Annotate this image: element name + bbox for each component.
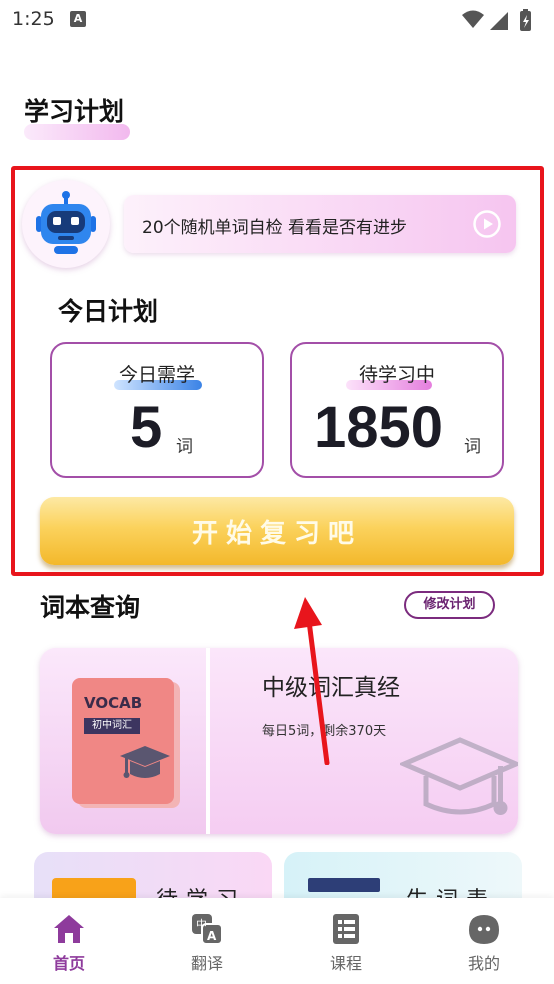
self-test-banner[interactable]: 20个随机单词自检 看看是否有进步 bbox=[124, 195, 516, 253]
pending-card[interactable]: 待学习中 1850 词 bbox=[290, 342, 504, 478]
vocab-book-card[interactable]: VOCAB 初中词汇 中级词汇真经 每日5词，剩余370天 bbox=[40, 648, 518, 834]
robot-icon bbox=[36, 191, 96, 254]
nav-course[interactable]: 课程 bbox=[306, 912, 386, 976]
wifi-icon bbox=[462, 10, 484, 28]
vocab-query-title: 词本查询 bbox=[40, 593, 141, 622]
start-review-button[interactable]: 开始复习吧 bbox=[40, 497, 514, 565]
edit-plan-button[interactable]: 修改计划 bbox=[404, 591, 495, 619]
graduation-cap-icon bbox=[120, 746, 170, 778]
translate-icon: 中 A bbox=[192, 914, 223, 945]
home-icon bbox=[54, 915, 84, 943]
today-plan-title: 今日计划 bbox=[58, 297, 159, 326]
play-icon[interactable] bbox=[472, 209, 502, 239]
book-cover-panel: VOCAB 初中词汇 bbox=[40, 648, 210, 834]
profile-icon bbox=[469, 915, 499, 944]
new-words-icon bbox=[308, 878, 380, 892]
nav-profile-label: 我的 bbox=[467, 954, 500, 973]
signal-icon bbox=[490, 12, 508, 30]
nav-home[interactable]: 首页 bbox=[29, 912, 109, 976]
to-study-icon bbox=[52, 878, 136, 898]
today-need-card[interactable]: 今日需学 5 词 bbox=[50, 342, 264, 478]
svg-text:中: 中 bbox=[196, 918, 207, 931]
bottom-nav: 首页 中 A 翻译 课程 我的 bbox=[0, 898, 554, 984]
robot-avatar[interactable] bbox=[22, 180, 110, 268]
status-time: 1:25 bbox=[12, 8, 55, 30]
nav-home-label: 首页 bbox=[52, 954, 85, 973]
status-bar: 1:25 A bbox=[0, 0, 554, 40]
today-need-label: 今日需学 bbox=[118, 364, 195, 386]
today-need-value: 5 bbox=[130, 395, 163, 460]
notification-a-icon: A bbox=[70, 11, 86, 27]
pending-value: 1850 bbox=[314, 395, 444, 460]
nav-translate-label: 翻译 bbox=[190, 954, 223, 973]
pending-label: 待学习中 bbox=[358, 364, 435, 386]
banner-text: 20个随机单词自检 看看是否有进步 bbox=[142, 218, 408, 238]
status-icons bbox=[462, 9, 531, 31]
course-icon bbox=[333, 914, 359, 944]
svg-text:A: A bbox=[207, 929, 217, 943]
start-review-label: 开始复习吧 bbox=[191, 519, 362, 549]
nav-translate[interactable]: 中 A 翻译 bbox=[167, 912, 247, 976]
pending-unit: 词 bbox=[464, 437, 481, 457]
annotation-arrow bbox=[294, 597, 330, 765]
nav-course-label: 课程 bbox=[329, 954, 362, 973]
study-plan-title: 学习计划 bbox=[24, 97, 125, 126]
book-cover-title: VOCAB bbox=[84, 694, 143, 712]
today-need-unit: 词 bbox=[176, 437, 193, 457]
book-cover: VOCAB 初中词汇 bbox=[72, 678, 174, 804]
graduation-cap-watermark-icon bbox=[400, 737, 518, 815]
book-cover-tag: 初中词汇 bbox=[84, 718, 140, 734]
nav-profile[interactable]: 我的 bbox=[444, 912, 524, 976]
